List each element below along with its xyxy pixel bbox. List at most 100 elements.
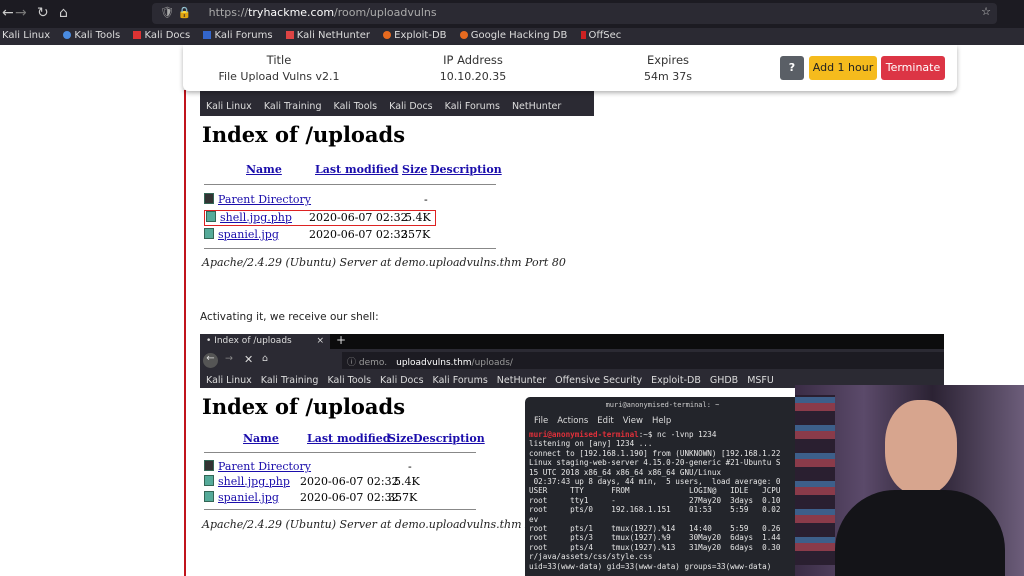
- new-tab-icon[interactable]: +: [336, 333, 346, 347]
- back-folder-icon: [204, 193, 214, 204]
- bookmark: Offensive Security: [555, 375, 643, 386]
- list-item: spaniel.jpg 2020-06-07 02:32 357K: [204, 228, 430, 241]
- forward-icon[interactable]: →: [15, 5, 27, 21]
- list-item: shell.jpg.php 2020-06-07 02:32 5.4K: [204, 475, 420, 488]
- bookmark: Kali Linux: [206, 375, 252, 386]
- tab-strip: • Index of /uploads × +: [200, 333, 944, 349]
- file-date: 2020-06-07 02:32: [309, 228, 408, 241]
- bookmark-star-icon[interactable]: ☆: [981, 5, 991, 18]
- list-item-highlighted: shell.jpg.php 2020-06-07 02:32 5.4K: [204, 210, 436, 226]
- tab[interactable]: • Index of /uploads ×: [200, 334, 330, 349]
- browser-toolbar: ← → ↻ ⌂ 🛡 🔒 https://tryhackme.com/room/u…: [0, 0, 1024, 28]
- terminal-title: muri@anonymised-terminal: ~: [605, 401, 720, 409]
- reload-icon[interactable]: ↻: [37, 5, 49, 21]
- list-item: spaniel.jpg 2020-06-07 02:32 357K: [204, 491, 417, 504]
- list-item: Parent Directory -: [204, 460, 412, 473]
- bookmark: Kali Forums: [444, 101, 500, 112]
- terminal-prompt-line: muri@anonymised-terminal:~$ nc -lvnp 123…: [529, 430, 717, 439]
- title-label: Title: [266, 53, 292, 67]
- expires-label: Expires: [646, 53, 690, 67]
- file-link[interactable]: spaniel.jpg: [218, 228, 279, 241]
- room-info-bar: Title File Upload Vulns v2.1 IP Address 10…: [183, 45, 957, 91]
- bookmark: GHDB: [709, 375, 739, 386]
- file-link: Parent Directory: [218, 460, 312, 473]
- terminal-window: muri@anonymised-terminal: ~ File Actions E…: [525, 397, 800, 576]
- bookmark: MSFU: [747, 375, 774, 386]
- server-footer: Apache/2.4.29 (Ubuntu) Server at demo.up…: [202, 256, 566, 269]
- bookmark[interactable]: Kali Tools: [63, 30, 120, 41]
- server-footer: Apache/2.4.29 (Ubuntu) Server at demo.up…: [202, 518, 566, 531]
- file-size: 5.4K: [405, 211, 431, 224]
- menu-file[interactable]: File: [534, 416, 548, 426]
- url-domain: tryhackme.com: [248, 6, 335, 19]
- file-link: shell.jpg.php: [218, 475, 290, 488]
- bookmark[interactable]: Kali NetHunter: [285, 30, 370, 41]
- file-link[interactable]: shell.jpg.php: [220, 211, 292, 224]
- lock-icon: 🔒: [177, 6, 192, 19]
- tab-title: Index of /uploads: [214, 336, 292, 346]
- url-path: /room/uploadvulns: [334, 6, 437, 19]
- file-link[interactable]: Parent Directory: [218, 193, 311, 206]
- terminal-output[interactable]: listening on [any] 1234 ... connect to […: [525, 439, 800, 571]
- tab-close-icon[interactable]: ×: [316, 336, 324, 346]
- screenshot2-toolbar: ← → ✕ ⌂ ⓘ demo. uploadvulns.thm/uploads/ …: [200, 349, 944, 388]
- add-hour-button[interactable]: Add 1 hour: [809, 56, 877, 80]
- bookmark: Kali Training: [260, 375, 319, 386]
- column-name[interactable]: Name: [246, 163, 282, 176]
- menu-edit[interactable]: Edit: [597, 416, 613, 426]
- file-icon: [206, 211, 216, 222]
- terminate-button[interactable]: Terminate: [881, 56, 945, 80]
- help-button[interactable]: ?: [780, 56, 804, 80]
- index-heading: Index of /uploads: [202, 394, 406, 419]
- bookmarks-bar: Kali Linux Kali Tools Kali Docs Kali For…: [0, 28, 1024, 45]
- person-head: [885, 400, 957, 495]
- terminal-menu: File Actions Edit View Help: [525, 409, 800, 430]
- column-size: Size: [388, 432, 414, 445]
- bookmark: Kali Tools: [333, 101, 378, 112]
- title-value: File Upload Vulns v2.1: [218, 70, 340, 83]
- column-size[interactable]: Size: [402, 163, 427, 176]
- image-file-icon: [204, 228, 214, 239]
- bookmark[interactable]: OffSec: [580, 30, 621, 41]
- bookmark: NetHunter: [496, 375, 547, 386]
- caption-text: Activating it, we receive our shell:: [200, 311, 379, 323]
- file-date: 2020-06-07 02:32: [309, 211, 408, 224]
- content-left-border: [184, 90, 186, 576]
- index-heading: Index of /uploads: [202, 122, 406, 147]
- webcam-overlay: [795, 385, 1024, 576]
- column-last-modified[interactable]: Last modified: [315, 163, 399, 176]
- menu-help[interactable]: Help: [652, 416, 671, 426]
- bookmark[interactable]: Exploit-DB: [383, 30, 447, 41]
- file-size: 357K: [401, 228, 431, 241]
- bookshelf: [795, 395, 835, 565]
- bookmark[interactable]: Kali Docs: [133, 30, 190, 41]
- bookmark: Kali Tools: [327, 375, 372, 386]
- list-item: Parent Directory -: [204, 193, 428, 206]
- home-icon[interactable]: ⌂: [59, 5, 68, 21]
- url-prefix: https://: [208, 6, 249, 19]
- expires-value: 54m 37s: [644, 70, 692, 83]
- column-last-modified: Last modified: [307, 432, 391, 445]
- column-description: Description: [413, 432, 485, 445]
- url-bar: ⓘ demo. uploadvulns.thm/uploads/: [342, 352, 944, 369]
- bookmark[interactable]: Kali Forums: [203, 30, 273, 41]
- bookmark: Exploit-DB: [651, 375, 701, 386]
- column-name: Name: [243, 432, 279, 445]
- column-description[interactable]: Description: [430, 163, 502, 176]
- bookmark: Kali Linux: [206, 101, 252, 112]
- bookmark: NetHunter: [511, 101, 562, 112]
- ip-value: 10.10.20.35: [439, 70, 507, 83]
- person-body: [835, 490, 1005, 576]
- menu-actions[interactable]: Actions: [557, 416, 588, 426]
- forward-icon: →: [225, 353, 233, 364]
- bookmark: Kali Docs: [380, 375, 424, 386]
- bookmark[interactable]: Google Hacking DB: [459, 30, 567, 41]
- bookmark[interactable]: Kali Linux: [2, 30, 50, 41]
- url-bar[interactable]: 🛡 🔒 https://tryhackme.com/room/uploadvul…: [152, 3, 997, 24]
- bookmark: Kali Forums: [432, 375, 488, 386]
- shield-icon: 🛡: [160, 6, 174, 19]
- stop-icon: ✕: [244, 353, 254, 366]
- menu-view[interactable]: View: [623, 416, 643, 426]
- back-icon[interactable]: ←: [2, 5, 14, 21]
- file-link: spaniel.jpg: [218, 491, 279, 504]
